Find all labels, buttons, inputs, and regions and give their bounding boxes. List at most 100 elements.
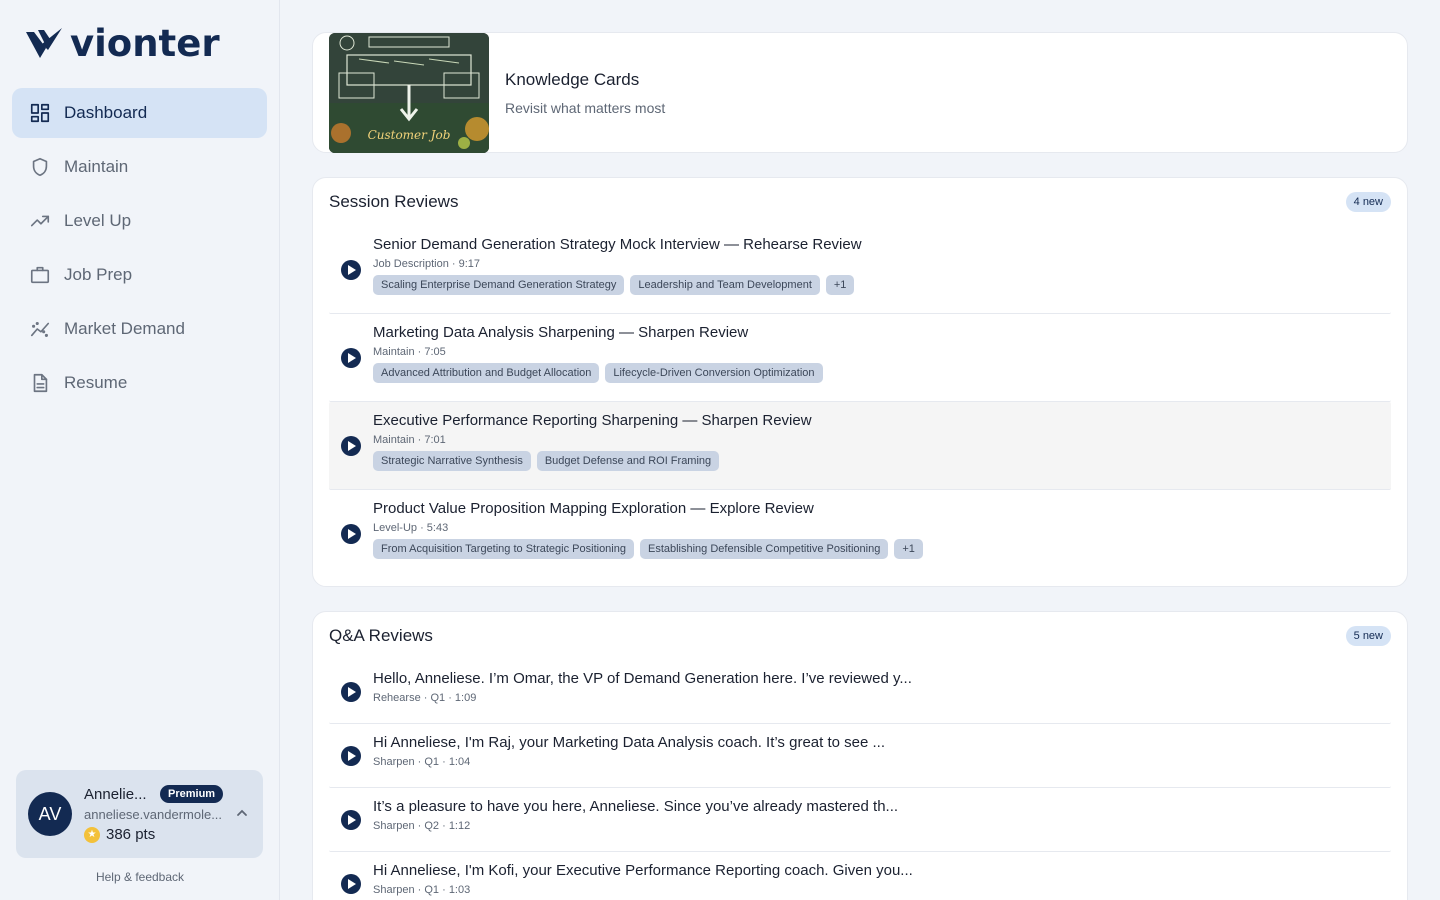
qa-meta: Sharpen · Q1 · 1:04: [373, 756, 471, 768]
qa-review-row[interactable]: Hi Anneliese, I'm Raj, your Marketing Da…: [329, 724, 1391, 788]
session-review-row[interactable]: Executive Performance Reporting Sharpeni…: [329, 402, 1391, 490]
chart-scatter-icon: [28, 317, 52, 341]
knowledge-cards-card[interactable]: Customer Job Knowledge Cards Revisit wha…: [312, 32, 1408, 153]
section-title: Q&A Reviews: [329, 626, 433, 645]
qa-title: Hello, Anneliese. I’m Omar, the VP of De…: [373, 670, 912, 687]
premium-badge: Premium: [160, 785, 224, 803]
review-meta: Maintain · 7:01: [373, 434, 446, 446]
review-meta: Level-Up · 5:43: [373, 522, 449, 534]
play-button[interactable]: [329, 660, 373, 723]
new-count-badge: 5 new: [1345, 626, 1391, 646]
session-review-list: Senior Demand Generation Strategy Mock I…: [313, 226, 1407, 578]
qa-meta: Rehearse · Q1 · 1:09: [373, 692, 477, 704]
sidebar-item-label: Maintain: [64, 157, 129, 176]
qa-title: Hi Anneliese, I'm Kofi, your Executive P…: [373, 862, 913, 879]
more-tags-badge: +1: [825, 275, 855, 295]
sidebar-item-job-prep[interactable]: Job Prep: [12, 250, 267, 300]
play-icon: [341, 259, 361, 280]
sidebar-item-dashboard[interactable]: Dashboard: [12, 88, 267, 138]
sidebar-item-level-up[interactable]: Level Up: [12, 196, 267, 246]
play-button[interactable]: [329, 402, 373, 489]
review-meta: Job Description · 9:17: [373, 258, 480, 270]
skill-tag: Scaling Enterprise Demand Generation Str…: [373, 275, 625, 295]
new-count-badge: 4 new: [1345, 192, 1391, 212]
qa-review-row[interactable]: Hello, Anneliese. I’m Omar, the VP of De…: [329, 660, 1391, 724]
play-icon: [341, 524, 361, 544]
sidebar-item-maintain[interactable]: Maintain: [12, 142, 267, 192]
skill-tag: Budget Defense and ROI Framing: [536, 451, 720, 471]
skill-tag: Strategic Narrative Synthesis: [373, 451, 531, 471]
briefcase-icon: [28, 263, 52, 287]
sidebar-item-label: Dashboard: [64, 103, 148, 122]
qa-meta: Sharpen · Q1 · 1:03: [373, 884, 471, 896]
qa-title: Hi Anneliese, I'm Raj, your Marketing Da…: [373, 734, 885, 751]
knowledge-cards-thumbnail: Customer Job: [329, 33, 489, 153]
vionter-logo-icon: [26, 28, 62, 58]
brand-logo[interactable]: vionter: [24, 24, 220, 64]
user-email: anneliese.vandermole...: [84, 807, 223, 822]
review-meta: Maintain · 7:05: [373, 346, 446, 358]
sidebar-item-label: Market Demand: [64, 319, 185, 338]
skill-tag: Leadership and Team Development: [630, 275, 820, 295]
session-reviews-section: Session Reviews 4 new Senior Demand Gene…: [312, 177, 1408, 587]
review-title: Marketing Data Analysis Sharpening — Sha…: [373, 324, 749, 341]
play-icon: [341, 681, 361, 702]
review-title: Executive Performance Reporting Sharpeni…: [373, 412, 812, 429]
brand-name: vionter: [70, 22, 220, 65]
tag-list: Scaling Enterprise Demand Generation Str…: [373, 275, 862, 295]
play-button[interactable]: [329, 724, 373, 787]
help-feedback-link[interactable]: Help & feedback: [0, 870, 280, 884]
review-title: Senior Demand Generation Strategy Mock I…: [373, 236, 862, 253]
knowledge-cards-subtitle: Revisit what matters most: [505, 99, 666, 116]
sidebar: vionter Dashboard Maintain Level Up Job …: [0, 0, 280, 900]
section-header: Session Reviews 4 new: [313, 178, 1407, 226]
play-icon: [341, 809, 361, 830]
document-icon: [28, 371, 52, 395]
sidebar-item-label: Job Prep: [64, 265, 133, 284]
user-name: Annelie...: [84, 785, 147, 803]
review-title: Product Value Proposition Mapping Explor…: [373, 500, 814, 517]
session-review-row[interactable]: Product Value Proposition Mapping Explor…: [329, 490, 1391, 578]
tag-list: Advanced Attribution and Budget Allocati…: [373, 363, 829, 383]
chevron-up-icon[interactable]: [235, 806, 249, 820]
section-title: Session Reviews: [329, 192, 459, 211]
user-points: ★ 386 pts: [84, 826, 234, 843]
tag-list: Strategic Narrative Synthesis Budget Def…: [373, 451, 812, 471]
skill-tag: From Acquisition Targeting to Strategic …: [373, 539, 634, 559]
play-button[interactable]: [329, 490, 373, 578]
more-tags-badge: +1: [894, 539, 923, 559]
qa-title: It’s a pleasure to have you here, Anneli…: [373, 798, 899, 815]
dashboard-icon: [28, 101, 52, 125]
sidebar-item-resume[interactable]: Resume: [12, 358, 267, 408]
play-icon: [341, 347, 361, 368]
shield-icon: [28, 155, 52, 179]
play-button[interactable]: [329, 852, 373, 900]
session-review-row[interactable]: Marketing Data Analysis Sharpening — Sha…: [329, 314, 1391, 402]
user-info: Annelie... Premium anneliese.vandermole.…: [84, 785, 234, 843]
sidebar-item-label: Level Up: [64, 211, 132, 230]
play-icon: [341, 745, 361, 766]
play-button[interactable]: [329, 226, 373, 313]
user-account-card[interactable]: AV Annelie... Premium anneliese.vandermo…: [16, 770, 263, 858]
qa-review-list: Hello, Anneliese. I’m Omar, the VP of De…: [313, 660, 1407, 900]
skill-tag: Advanced Attribution and Budget Allocati…: [373, 363, 600, 383]
qa-review-row[interactable]: Hi Anneliese, I'm Kofi, your Executive P…: [329, 852, 1391, 900]
chalkboard-illustration-icon: Customer Job: [329, 33, 489, 153]
play-button[interactable]: [329, 788, 373, 851]
play-icon: [341, 435, 361, 456]
qa-meta: Sharpen · Q2 · 1:12: [373, 820, 471, 832]
tag-list: From Acquisition Targeting to Strategic …: [373, 539, 929, 559]
sidebar-nav: Dashboard Maintain Level Up Job Prep Mar…: [12, 88, 267, 412]
skill-tag: Lifecycle-Driven Conversion Optimization: [605, 363, 823, 383]
play-icon: [341, 874, 361, 894]
sidebar-item-market-demand[interactable]: Market Demand: [12, 304, 267, 354]
session-review-row[interactable]: Senior Demand Generation Strategy Mock I…: [329, 226, 1391, 314]
trending-up-icon: [28, 209, 52, 233]
play-button[interactable]: [329, 314, 373, 401]
qa-review-row[interactable]: It’s a pleasure to have you here, Anneli…: [329, 788, 1391, 852]
avatar: AV: [28, 792, 72, 836]
sidebar-item-label: Resume: [64, 373, 128, 392]
knowledge-cards-title: Knowledge Cards: [505, 69, 640, 89]
points-value: 386 pts: [106, 826, 156, 843]
qa-reviews-section: Q&A Reviews 5 new Hello, Anneliese. I’m …: [312, 611, 1408, 900]
